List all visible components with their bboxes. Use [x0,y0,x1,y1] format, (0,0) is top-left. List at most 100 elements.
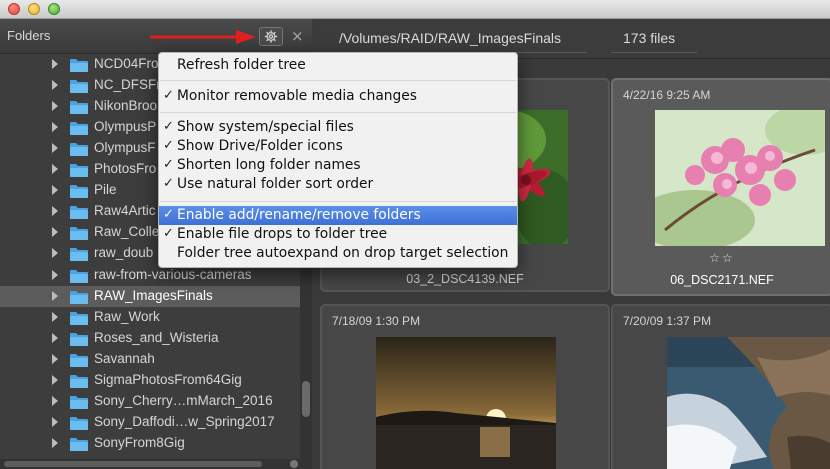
folder-label: OlympusF [94,140,156,156]
panel-title: Folders [7,28,51,43]
current-path[interactable]: /Volumes/RAID/RAW_ImagesFinals [339,30,561,46]
close-icon[interactable]: × [291,27,304,45]
folder-icon [70,269,88,283]
menu-item[interactable]: ✓ Enable file drops to folder tree [159,225,517,244]
disclosure-triangle-icon[interactable] [52,227,58,238]
thumbnail-image [655,110,825,246]
folder-label: PhotosFro [94,161,157,177]
disclosure-triangle-icon[interactable] [52,80,58,91]
menu-separator [160,201,516,202]
disclosure-triangle-icon[interactable] [52,143,58,154]
folder-label: raw_doub [94,245,154,261]
folder-label: NCD04Fro [94,56,159,71]
menu-item[interactable]: Folder tree autoexpand on drop target se… [159,244,517,263]
gear-icon [264,30,278,43]
folder-tree-item[interactable]: RAW_ImagesFinals [0,285,300,307]
checkmark-icon: ✓ [163,226,174,241]
folder-tree-item[interactable]: Savannah [0,349,300,370]
folder-icon [70,395,88,409]
folder-label: Roses_and_Wisteria [94,329,219,345]
coast-waves-photo [667,337,830,469]
thumbnail-tile[interactable]: 7/20/09 1:37 PM [611,304,830,469]
disclosure-triangle-icon[interactable] [52,164,58,175]
disclosure-triangle-icon[interactable] [52,101,58,112]
folder-icon [70,80,88,94]
folder-label: Raw_Work [94,308,160,324]
folder-tree-item[interactable]: Raw_Work [0,307,300,328]
vertical-scroll-thumb[interactable] [302,381,310,417]
thumbnail-tile-selected[interactable]: 4/22/16 9:25 AM ☆☆ 06_DSC2171.NEF [611,78,830,296]
horizontal-scrollbar[interactable] [0,459,300,469]
disclosure-triangle-icon[interactable] [52,416,58,427]
disclosure-triangle-icon[interactable] [52,353,58,364]
folder-icon [70,185,88,199]
menu-item-label: Folder tree autoexpand on drop target se… [177,245,509,261]
folder-icon [70,122,88,136]
folder-tree-item[interactable]: Sony_Cherry…mMarch_2016 [0,391,300,412]
tile-date: 4/22/16 9:25 AM [623,88,711,102]
folder-icon [70,143,88,157]
folder-label: RAW_ImagesFinals [94,287,213,303]
zoom-window-button[interactable] [48,3,60,15]
folder-label: Sony_Daffodi…w_Spring2017 [94,413,275,429]
folder-label: raw-from-various-cameras [94,266,252,282]
red-arrow-icon [150,30,256,44]
menu-item-label: Show Drive/Folder icons [177,138,343,154]
folder-label: SonyFrom8Gig [94,434,185,450]
app-window: Folders × NCD04Fro NC_DFSFro NikonBroo O… [0,0,830,469]
folder-icon [70,332,88,346]
folder-icon [70,374,88,388]
menu-item-label: Shorten long folder names [177,157,361,173]
horizontal-scroll-thumb[interactable] [4,461,262,467]
menu-item[interactable]: ✓ Show system/special files [159,118,517,137]
folder-icon [70,248,88,262]
disclosure-triangle-icon[interactable] [52,185,58,196]
disclosure-triangle-icon[interactable] [52,59,58,69]
settings-button[interactable] [259,27,283,46]
folder-tree-item[interactable]: SigmaPhotosFrom64Gig [0,370,300,391]
menu-item[interactable]: ✓ Show Drive/Folder icons [159,137,517,156]
rating-stars[interactable]: ☆☆ [613,251,830,265]
folders-panel-header: Folders × [0,19,312,54]
folder-icon [70,353,88,367]
disclosure-triangle-icon[interactable] [52,311,58,322]
disclosure-triangle-icon[interactable] [52,122,58,133]
menu-item[interactable]: Refresh folder tree [159,56,517,75]
menu-item[interactable]: ✓ Use natural folder sort order [159,175,517,194]
disclosure-triangle-icon[interactable] [52,248,58,259]
disclosure-triangle-icon[interactable] [52,290,58,301]
folder-label: SigmaPhotosFrom64Gig [94,371,242,387]
checkmark-icon: ✓ [163,207,174,222]
folder-label: Pile [94,182,117,198]
folder-tree-item[interactable]: SonyFrom8Gig [0,433,300,454]
disclosure-triangle-icon[interactable] [52,269,58,280]
folder-icon [70,311,88,325]
menu-item-label: Refresh folder tree [177,57,306,73]
disclosure-triangle-icon[interactable] [52,395,58,406]
folder-icon [70,164,88,178]
menu-item[interactable]: ✓ Shorten long folder names [159,156,517,175]
checkmark-icon: ✓ [163,157,174,172]
folder-label: Raw4Artic [94,203,156,219]
folder-icon [70,437,88,451]
tile-date: 7/18/09 1:30 PM [332,314,421,328]
menu-item[interactable]: ✓ Monitor removable media changes [159,87,517,106]
cherry-blossom-photo [655,110,825,246]
menu-separator [160,112,516,113]
folder-tree-settings-menu: Refresh folder tree ✓ Monitor removable me… [158,52,518,268]
disclosure-triangle-icon[interactable] [52,206,58,217]
disclosure-triangle-icon[interactable] [52,437,58,448]
menu-item[interactable]: ✓ Enable add/rename/remove folders [159,206,517,225]
close-window-button[interactable] [8,3,20,15]
checkmark-icon: ✓ [163,119,174,134]
disclosure-triangle-icon[interactable] [52,332,58,343]
folder-tree-item[interactable]: Roses_and_Wisteria [0,328,300,349]
tile-filename: 03_2_DSC4139.NEF [406,272,524,286]
minimize-window-button[interactable] [28,3,40,15]
checkmark-icon: ✓ [163,138,174,153]
disclosure-triangle-icon[interactable] [52,374,58,385]
thumbnail-tile[interactable]: 7/18/09 1:30 PM [320,304,610,469]
folder-tree-item[interactable]: Sony_Daffodi…w_Spring2017 [0,412,300,433]
scroll-corner-knob[interactable] [290,460,298,468]
checkmark-icon: ✓ [163,176,174,191]
